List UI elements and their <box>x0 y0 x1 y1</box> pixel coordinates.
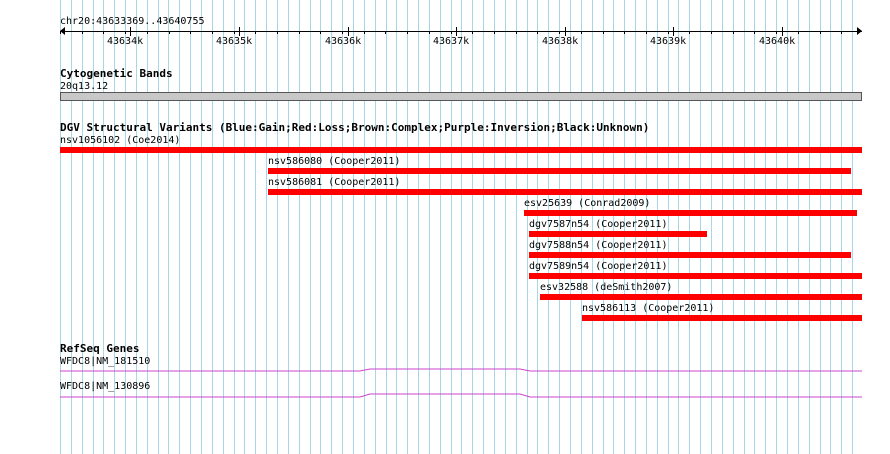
variant-bar[interactable] <box>529 231 707 237</box>
variant-label[interactable]: nsv586080 (Cooper2011) <box>268 156 400 168</box>
variant-bar[interactable] <box>540 294 862 300</box>
tick-label: 43634k <box>107 36 144 47</box>
variant-label[interactable]: dgv7588n54 (Cooper2011) <box>529 240 667 252</box>
ruler-left-arrow <box>60 27 65 35</box>
position-label: chr20:43633369..43640755 <box>60 16 205 27</box>
tick-label: 43635k <box>216 36 253 47</box>
variant-label[interactable]: esv32588 (deSmith2007) <box>540 282 672 294</box>
variant-bar[interactable] <box>524 210 857 216</box>
cytoband-track-title[interactable]: Cytogenetic Bands <box>60 68 173 80</box>
variant-bar[interactable] <box>529 252 851 258</box>
ruler-axis <box>60 31 862 32</box>
gene-model[interactable] <box>60 391 862 401</box>
tick-label: 43637k <box>433 36 470 47</box>
gene-model[interactable] <box>60 366 862 376</box>
ruler-right-arrow <box>857 27 862 35</box>
tick-label: 43639k <box>650 36 687 47</box>
variant-bar[interactable] <box>268 168 851 174</box>
variant-bar[interactable] <box>60 147 862 153</box>
tick-label: 43636k <box>325 36 362 47</box>
variant-label[interactable]: dgv7589n54 (Cooper2011) <box>529 261 667 273</box>
dgv-track-title[interactable]: DGV Structural Variants (Blue:Gain;Red:L… <box>60 122 649 134</box>
variant-label[interactable]: nsv586081 (Cooper2011) <box>268 177 400 189</box>
variant-bar[interactable] <box>268 189 862 195</box>
variant-label[interactable]: nsv1056102 (Coe2014) <box>60 135 180 147</box>
variant-bar[interactable] <box>529 273 862 279</box>
cytoband-bar[interactable] <box>60 92 862 101</box>
tick-label: 43638k <box>542 36 579 47</box>
variant-label[interactable]: esv25639 (Conrad2009) <box>524 198 650 210</box>
variant-bar[interactable] <box>582 315 862 321</box>
variant-label[interactable]: nsv586113 (Cooper2011) <box>582 303 714 315</box>
refseq-track-title[interactable]: RefSeq Genes <box>60 343 139 355</box>
tick-label: 43640k <box>759 36 796 47</box>
variant-label[interactable]: dgv7587n54 (Cooper2011) <box>529 219 667 231</box>
